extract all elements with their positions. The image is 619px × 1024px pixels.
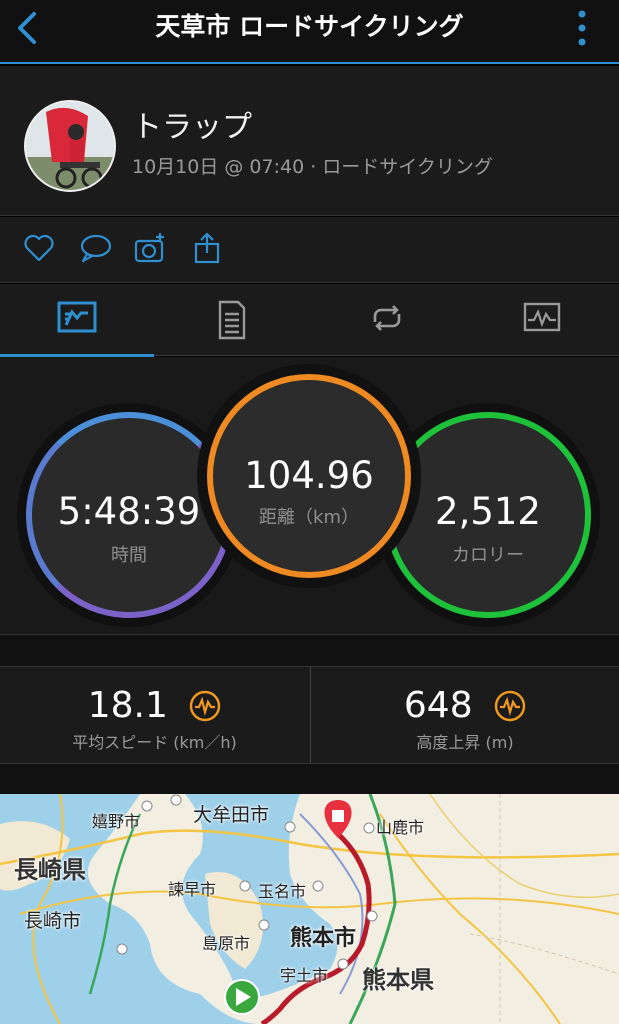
map-label-yamaga: 山鹿市 <box>376 818 425 837</box>
calories-value: 2,512 <box>435 490 541 533</box>
add-photo-icon[interactable] <box>134 231 168 265</box>
map-label-shimabara: 島原市 <box>202 934 251 953</box>
time-circle: 5:48:39 時間 <box>26 412 232 618</box>
calories-label: カロリー <box>452 545 524 566</box>
map-label-kumamoto-city: 熊本市 <box>290 926 357 951</box>
tab-charts[interactable] <box>465 284 619 356</box>
avg-speed-metric[interactable]: 18.1 平均スピード (km／h) <box>0 667 309 763</box>
metrics-row: 18.1 平均スピード (km／h) 648 高度上昇 (m) <box>0 666 619 764</box>
summary-icon <box>57 301 97 333</box>
details-icon <box>218 300 246 340</box>
tab-laps[interactable] <box>310 284 464 356</box>
tab-summary[interactable] <box>0 284 154 357</box>
user-name[interactable]: トラップ <box>132 108 252 148</box>
map-label-uto: 宇土市 <box>280 966 329 985</box>
distance-circle: 104.96 距離（km） <box>207 374 411 578</box>
calories-circle: 2,512 カロリー <box>385 412 591 618</box>
elevation-gain-metric[interactable]: 648 高度上昇 (m) <box>310 667 619 763</box>
kebab-icon[interactable] <box>577 10 587 46</box>
map-label-omuta: 大牟田市 <box>193 804 270 826</box>
activity-owner: トラップ 10月10日 @ 07:40 · ロードサイクリング <box>0 66 619 216</box>
avatar[interactable] <box>24 100 116 192</box>
map-label-kumamoto-pref: 熊本県 <box>362 966 434 994</box>
map-label-nagasaki-city: 長崎市 <box>24 910 82 932</box>
laps-icon <box>373 305 401 331</box>
map-label-isahaya: 諫早市 <box>168 880 217 899</box>
map-label-nagasaki-pref: 長崎県 <box>14 856 86 884</box>
map-label-ureshino: 嬉野市 <box>92 812 141 831</box>
elevation-gain-value: 648 <box>403 685 473 726</box>
section-spacer <box>0 764 619 794</box>
time-value: 5:48:39 <box>57 490 201 533</box>
section-spacer <box>0 634 619 666</box>
avg-speed-label: 平均スピード (km／h) <box>72 733 237 752</box>
avg-speed-value: 18.1 <box>87 685 168 726</box>
share-icon[interactable] <box>190 231 224 265</box>
tab-details[interactable] <box>155 284 309 356</box>
insight-icon[interactable] <box>189 690 221 722</box>
charts-icon <box>523 302 561 332</box>
page-title: 天草市 ロードサイクリング <box>155 12 464 41</box>
elevation-gain-label: 高度上昇 (m) <box>416 733 514 752</box>
insight-icon[interactable] <box>494 690 526 722</box>
chevron-left-icon[interactable] <box>10 10 46 46</box>
distance-value: 104.96 <box>244 454 374 497</box>
action-bar <box>0 217 619 283</box>
start-marker-icon[interactable] <box>224 979 260 1015</box>
heart-icon[interactable] <box>22 231 56 265</box>
activity-date-type: 10月10日 @ 07:40 · ロードサイクリング <box>132 156 493 178</box>
top-bar: 天草市 ロードサイクリング <box>0 0 619 64</box>
distance-label: 距離（km） <box>259 507 359 528</box>
stats-panel: 5:48:39 時間 2,512 カロリー 104.96 距離（km） <box>0 357 619 634</box>
activity-tabs <box>0 284 619 357</box>
comment-icon[interactable] <box>78 231 112 265</box>
map-label-tamana: 玉名市 <box>258 882 307 901</box>
route-map[interactable]: 嬉野市 大牟田市 山鹿市 長崎県 諫早市 玉名市 長崎市 島原市 熊本市 宇土市… <box>0 794 619 1024</box>
time-label: 時間 <box>111 545 147 566</box>
